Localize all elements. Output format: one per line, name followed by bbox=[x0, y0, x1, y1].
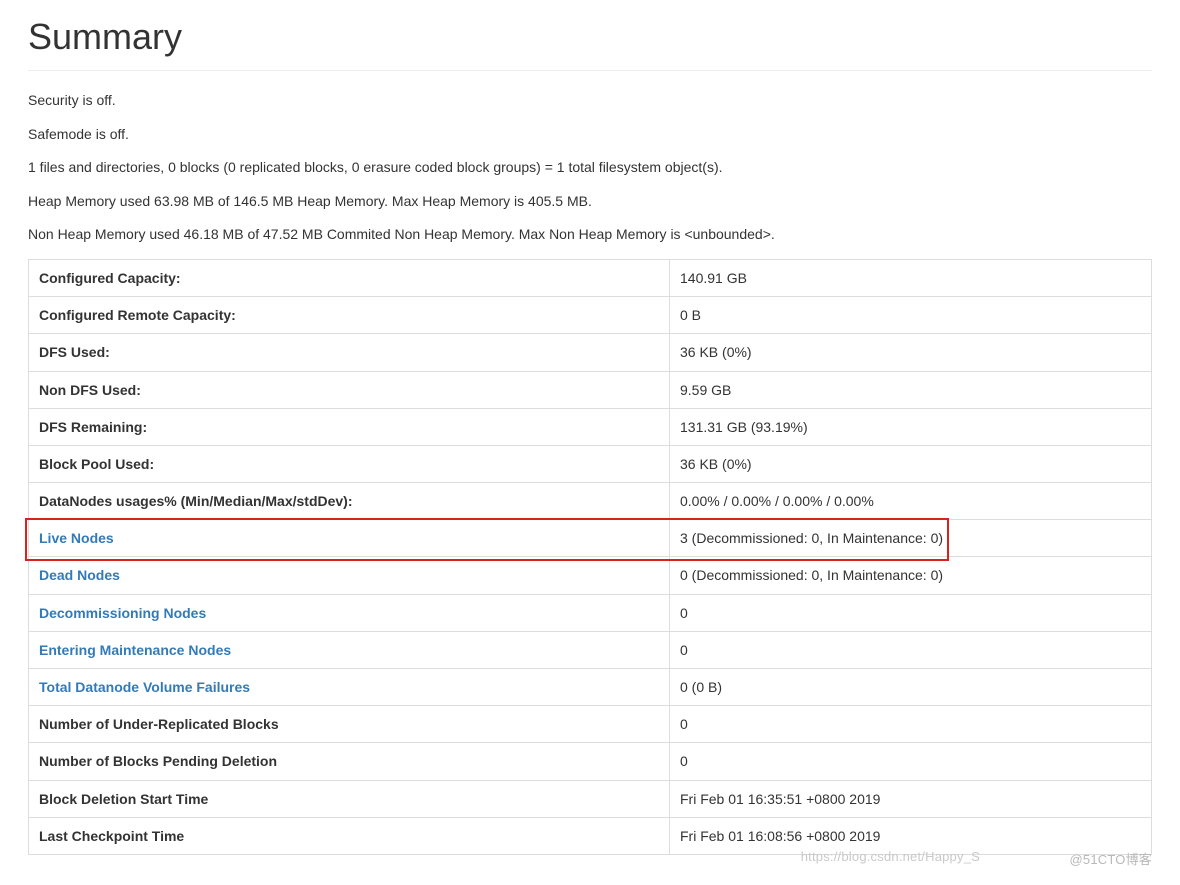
label-configured-remote-capacity: Configured Remote Capacity: bbox=[29, 297, 670, 334]
value-dfs-used: 36 KB (0%) bbox=[670, 334, 1152, 371]
row-dfs-remaining: DFS Remaining: 131.31 GB (93.19%) bbox=[29, 408, 1152, 445]
decommissioning-nodes-link[interactable]: Decommissioning Nodes bbox=[39, 605, 206, 621]
label-blocks-pending-deletion: Number of Blocks Pending Deletion bbox=[29, 743, 670, 780]
label-entering-maintenance-nodes[interactable]: Entering Maintenance Nodes bbox=[29, 631, 670, 668]
value-block-deletion-start-time: Fri Feb 01 16:35:51 +0800 2019 bbox=[670, 780, 1152, 817]
title-divider bbox=[28, 70, 1152, 71]
label-datanodes-usages: DataNodes usages% (Min/Median/Max/stdDev… bbox=[29, 483, 670, 520]
label-configured-capacity: Configured Capacity: bbox=[29, 259, 670, 296]
row-entering-maintenance-nodes: Entering Maintenance Nodes 0 bbox=[29, 631, 1152, 668]
entering-maintenance-nodes-link[interactable]: Entering Maintenance Nodes bbox=[39, 642, 231, 658]
row-total-datanode-volume-failures: Total Datanode Volume Failures 0 (0 B) bbox=[29, 669, 1152, 706]
value-non-dfs-used: 9.59 GB bbox=[670, 371, 1152, 408]
value-dfs-remaining: 131.31 GB (93.19%) bbox=[670, 408, 1152, 445]
row-non-dfs-used: Non DFS Used: 9.59 GB bbox=[29, 371, 1152, 408]
row-datanodes-usages: DataNodes usages% (Min/Median/Max/stdDev… bbox=[29, 483, 1152, 520]
label-dfs-used: DFS Used: bbox=[29, 334, 670, 371]
value-live-nodes: 3 (Decommissioned: 0, In Maintenance: 0) bbox=[670, 520, 1152, 557]
label-block-pool-used: Block Pool Used: bbox=[29, 445, 670, 482]
row-blocks-pending-deletion: Number of Blocks Pending Deletion 0 bbox=[29, 743, 1152, 780]
row-block-deletion-start-time: Block Deletion Start Time Fri Feb 01 16:… bbox=[29, 780, 1152, 817]
row-live-nodes: Live Nodes 3 (Decommissioned: 0, In Main… bbox=[29, 520, 1152, 557]
summary-table: Configured Capacity: 140.91 GB Configure… bbox=[28, 259, 1152, 855]
value-configured-capacity: 140.91 GB bbox=[670, 259, 1152, 296]
row-decommissioning-nodes: Decommissioning Nodes 0 bbox=[29, 594, 1152, 631]
label-total-datanode-volume-failures[interactable]: Total Datanode Volume Failures bbox=[29, 669, 670, 706]
dead-nodes-link[interactable]: Dead Nodes bbox=[39, 567, 120, 583]
row-under-replicated-blocks: Number of Under-Replicated Blocks 0 bbox=[29, 706, 1152, 743]
label-dfs-remaining: DFS Remaining: bbox=[29, 408, 670, 445]
row-dfs-used: DFS Used: 36 KB (0%) bbox=[29, 334, 1152, 371]
value-block-pool-used: 36 KB (0%) bbox=[670, 445, 1152, 482]
value-decommissioning-nodes: 0 bbox=[670, 594, 1152, 631]
value-under-replicated-blocks: 0 bbox=[670, 706, 1152, 743]
label-live-nodes[interactable]: Live Nodes bbox=[29, 520, 670, 557]
live-nodes-link[interactable]: Live Nodes bbox=[39, 530, 114, 546]
value-blocks-pending-deletion: 0 bbox=[670, 743, 1152, 780]
nonheap-memory-status: Non Heap Memory used 46.18 MB of 47.52 M… bbox=[28, 225, 1152, 245]
row-configured-capacity: Configured Capacity: 140.91 GB bbox=[29, 259, 1152, 296]
label-block-deletion-start-time: Block Deletion Start Time bbox=[29, 780, 670, 817]
filesystem-status: 1 files and directories, 0 blocks (0 rep… bbox=[28, 158, 1152, 178]
value-entering-maintenance-nodes: 0 bbox=[670, 631, 1152, 668]
label-last-checkpoint-time: Last Checkpoint Time bbox=[29, 817, 670, 854]
security-status: Security is off. bbox=[28, 91, 1152, 111]
row-block-pool-used: Block Pool Used: 36 KB (0%) bbox=[29, 445, 1152, 482]
safemode-status: Safemode is off. bbox=[28, 125, 1152, 145]
row-dead-nodes: Dead Nodes 0 (Decommissioned: 0, In Main… bbox=[29, 557, 1152, 594]
heap-memory-status: Heap Memory used 63.98 MB of 146.5 MB He… bbox=[28, 192, 1152, 212]
label-under-replicated-blocks: Number of Under-Replicated Blocks bbox=[29, 706, 670, 743]
label-dead-nodes[interactable]: Dead Nodes bbox=[29, 557, 670, 594]
value-last-checkpoint-time: Fri Feb 01 16:08:56 +0800 2019 bbox=[670, 817, 1152, 854]
row-configured-remote-capacity: Configured Remote Capacity: 0 B bbox=[29, 297, 1152, 334]
value-total-datanode-volume-failures: 0 (0 B) bbox=[670, 669, 1152, 706]
value-configured-remote-capacity: 0 B bbox=[670, 297, 1152, 334]
total-datanode-volume-failures-link[interactable]: Total Datanode Volume Failures bbox=[39, 679, 250, 695]
value-dead-nodes: 0 (Decommissioned: 0, In Maintenance: 0) bbox=[670, 557, 1152, 594]
label-non-dfs-used: Non DFS Used: bbox=[29, 371, 670, 408]
row-last-checkpoint-time: Last Checkpoint Time Fri Feb 01 16:08:56… bbox=[29, 817, 1152, 854]
label-decommissioning-nodes[interactable]: Decommissioning Nodes bbox=[29, 594, 670, 631]
page-title: Summary bbox=[28, 16, 1152, 58]
value-datanodes-usages: 0.00% / 0.00% / 0.00% / 0.00% bbox=[670, 483, 1152, 520]
